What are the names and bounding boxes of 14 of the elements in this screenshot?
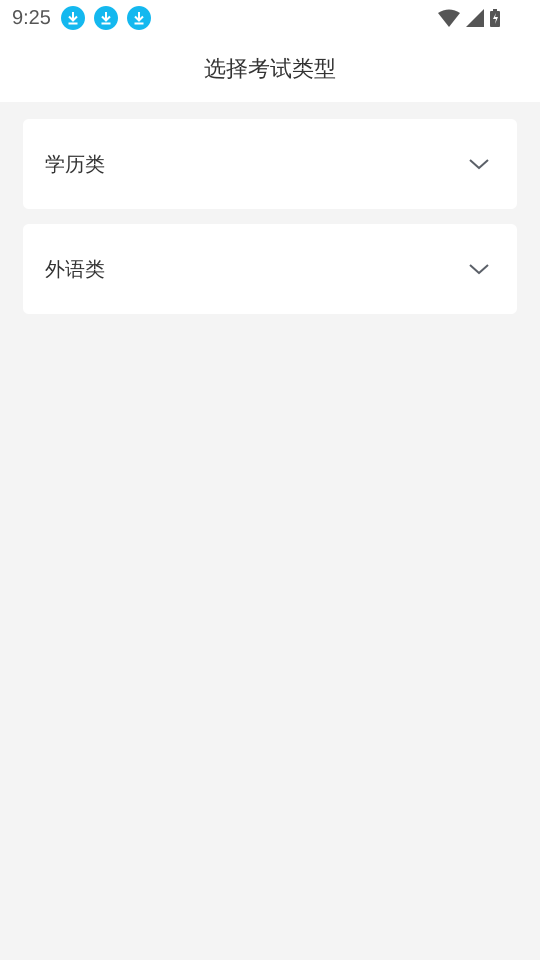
category-card[interactable]: 外语类 — [23, 224, 517, 314]
status-time: 9:25 — [12, 6, 51, 30]
wifi-icon — [438, 9, 460, 27]
download-icon — [94, 6, 118, 30]
category-label: 外语类 — [45, 256, 105, 282]
download-icon — [60, 6, 85, 30]
page-title: 选择考试类型 — [204, 56, 336, 84]
download-icon — [126, 6, 151, 30]
battery-icon — [490, 9, 500, 27]
category-card[interactable]: 学历类 — [23, 119, 517, 209]
category-label: 学历类 — [45, 150, 105, 178]
chevron-down-icon — [469, 263, 489, 275]
chevron-down-icon — [469, 158, 489, 170]
signal-icon — [466, 9, 484, 27]
